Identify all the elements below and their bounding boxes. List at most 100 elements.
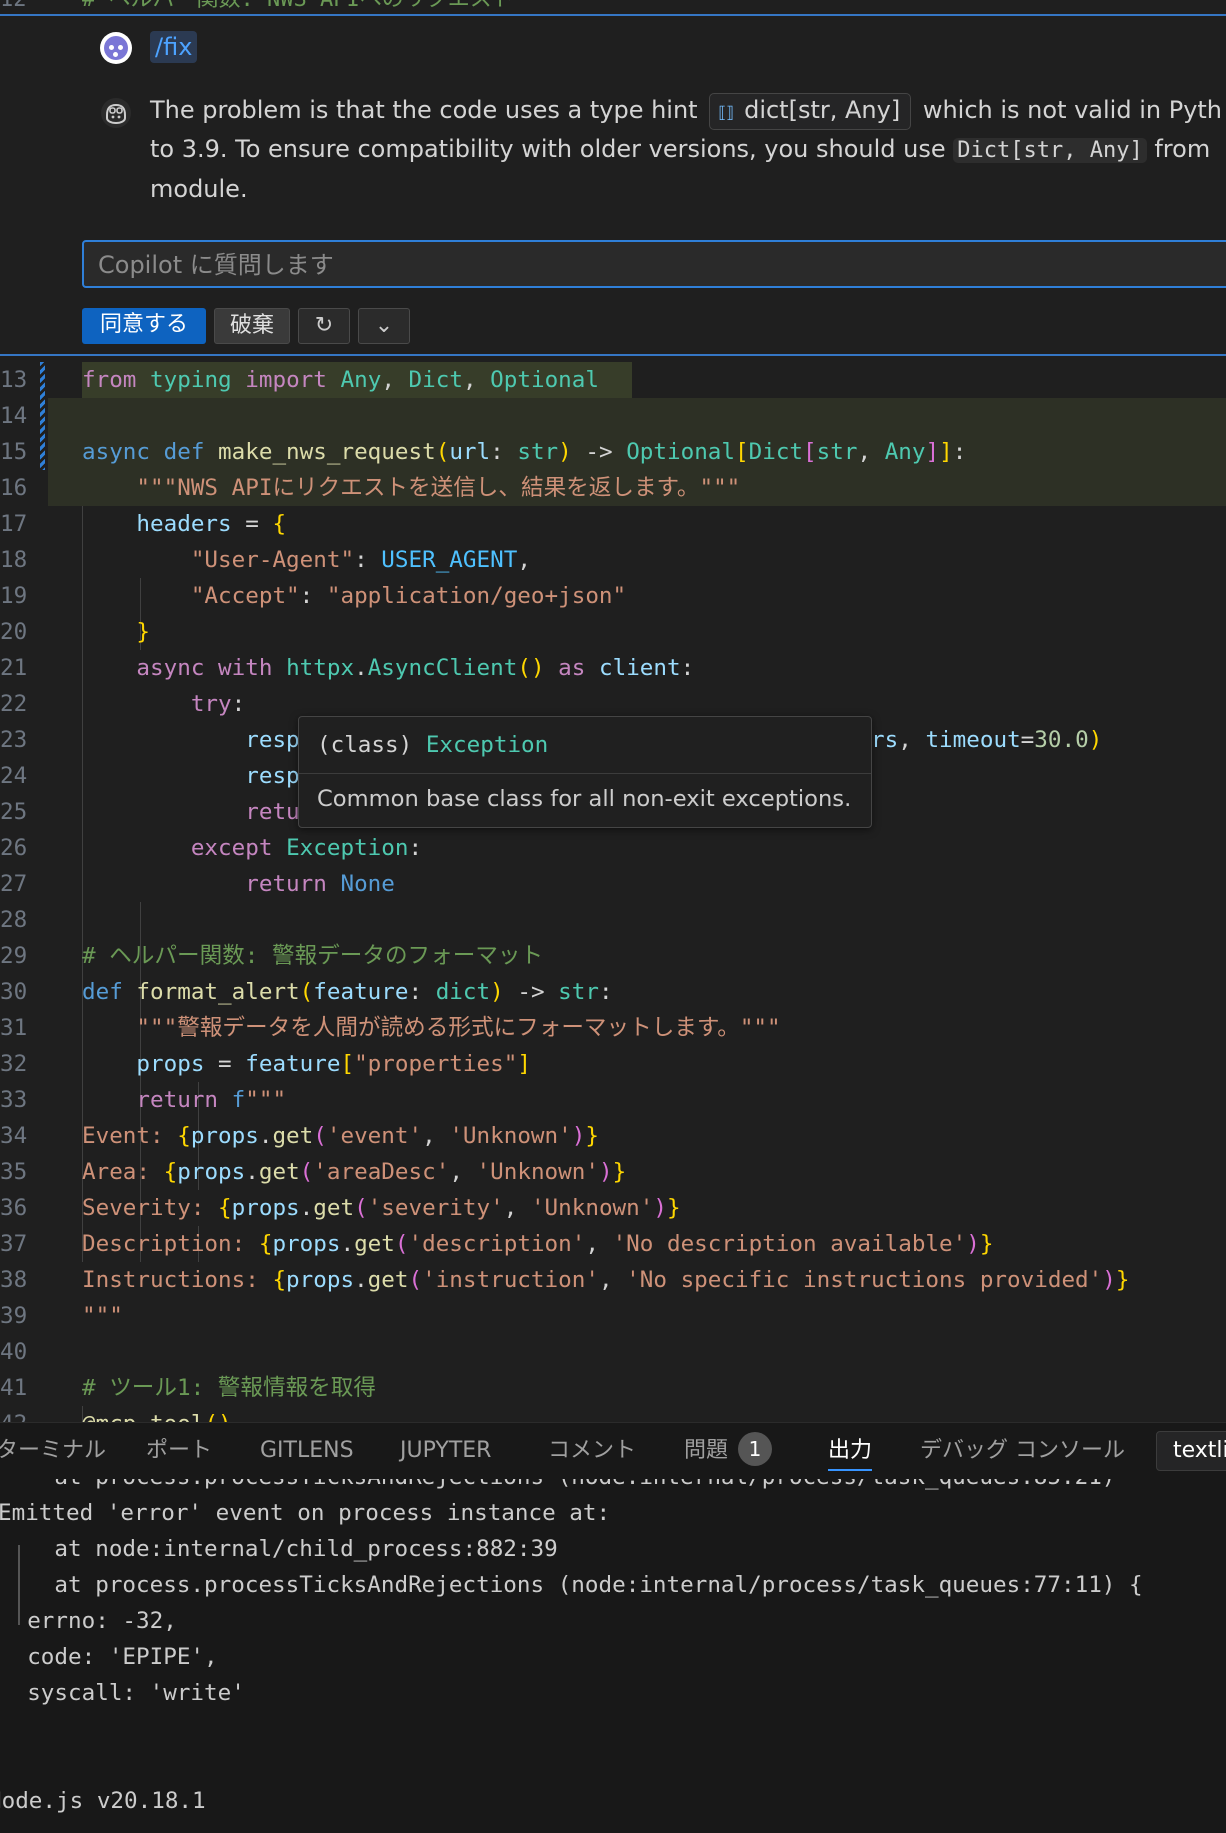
chat-input-box[interactable] <box>82 240 1226 288</box>
tab-output[interactable]: 出力 <box>828 1423 873 1479</box>
line-number: 19 <box>0 583 28 609</box>
answer-text: The problem is that the code uses a type… <box>150 96 698 124</box>
line-number: 13 <box>0 367 28 393</box>
line-number: 20 <box>0 619 28 645</box>
output-line: at process.processTicksAndRejections (no… <box>0 1479 1115 1495</box>
code-line: 15 async def make_nws_request(url: str) -… <box>0 434 1226 470</box>
symbol-icon: ⟦⟧ <box>718 103 735 122</box>
copilot-icon <box>101 98 131 128</box>
code-line: 35 Area: {props.get('areaDesc', 'Unknown'… <box>0 1154 1226 1190</box>
tab-label: ポート <box>146 1438 213 1463</box>
chat-border-top <box>0 14 1226 16</box>
tab-label: ターミナル <box>0 1438 107 1463</box>
line-number: 14 <box>0 403 28 429</box>
code-line: 29 # ヘルパー関数: 警報データのフォーマット <box>0 938 1226 974</box>
code-editor[interactable]: 13 from typing import Any, Dict, Optional… <box>0 362 1226 1422</box>
line-number: 27 <box>0 871 28 897</box>
tab-debug-console[interactable]: デバッグ コンソール <box>920 1423 1125 1479</box>
output-line: syscall: 'write' <box>0 1680 245 1706</box>
user-avatar <box>100 32 132 64</box>
code-line: 27 return None <box>0 866 1226 902</box>
tab-comments[interactable]: コメント <box>548 1423 636 1479</box>
tab-ports[interactable]: ポート <box>146 1423 212 1479</box>
output-line: errno: -32, <box>0 1608 177 1634</box>
line-number: 32 <box>0 1051 28 1077</box>
answer-text: to 3.9. To ensure compatibility with old… <box>150 135 946 163</box>
accept-button[interactable]: 同意する <box>82 308 206 344</box>
code-line: 34 Event: {props.get('event', 'Unknown')} <box>0 1118 1226 1154</box>
symbol-reference[interactable]: ⟦⟧ dict[str, Any] <box>709 93 912 130</box>
line-number: 16 <box>0 475 28 501</box>
regenerate-button[interactable]: ↻ <box>298 308 350 344</box>
line-number: 41 <box>0 1375 28 1401</box>
slash-command: /fix <box>150 31 198 63</box>
line-number: 30 <box>0 979 28 1005</box>
code-line: 32 props = feature["properties"] <box>0 1046 1226 1082</box>
code-line: 30 def format_alert(feature: dict) -> str… <box>0 974 1226 1010</box>
code-line: 39 """ <box>0 1298 1226 1334</box>
line-number: 39 <box>0 1303 28 1329</box>
code-line: 16 """NWS APIにリクエストを送信し、結果を返します。""" <box>0 470 1226 506</box>
tab-terminal[interactable]: ターミナル <box>0 1423 106 1479</box>
tab-label: コメント <box>548 1438 637 1463</box>
copilot-answer: The problem is that the code uses a type… <box>150 91 1226 209</box>
line-number: 37 <box>0 1231 28 1257</box>
hover-symbol-name: Exception <box>425 732 549 758</box>
line-number: 29 <box>0 943 28 969</box>
line-number: 22 <box>0 691 28 717</box>
output-log[interactable]: at process.processTicksAndRejections (no… <box>0 1479 1226 1833</box>
code-line: 20 } <box>0 614 1226 650</box>
output-line: at process.processTicksAndRejections (no… <box>0 1572 1143 1598</box>
tab-label: 問題 <box>684 1438 729 1463</box>
output-line: Emitted 'error' event on process instanc… <box>0 1500 611 1526</box>
code-line: 36 Severity: {props.get('severity', 'Unkn… <box>0 1190 1226 1226</box>
chat-border-bottom <box>0 354 1226 356</box>
hover-tooltip: (class) Exception Common base class for … <box>298 716 872 828</box>
answer-text: from <box>1154 135 1211 163</box>
tab-label: JUPYTER <box>400 1438 492 1463</box>
tab-label: デバッグ コンソール <box>920 1438 1125 1463</box>
more-options-button[interactable]: ⌄ <box>358 308 410 344</box>
problems-count-badge: 1 <box>738 1432 773 1466</box>
tab-gitlens[interactable]: GITLENS <box>260 1423 354 1479</box>
chevron-down-icon: ⌄ <box>374 313 394 338</box>
line-number: 38 <box>0 1267 28 1293</box>
code-line: 26 except Exception: <box>0 830 1226 866</box>
line-number: 33 <box>0 1087 28 1113</box>
discard-button[interactable]: 破棄 <box>214 308 290 344</box>
answer-text: which is not valid in Pyth <box>922 96 1223 124</box>
line-number: 31 <box>0 1015 28 1041</box>
line-number: 12 <box>0 0 30 14</box>
bottom-panel: ターミナル ポート GITLENS JUPYTER コメント 問題 1 出力 デバ… <box>0 1422 1226 1833</box>
code-line: 14 <box>0 398 1226 434</box>
code-line: 18 "User-Agent": USER_AGENT, <box>0 542 1226 578</box>
symbol-reference-label: dict[str, Any] <box>744 96 901 124</box>
output-channel-select[interactable]: textli <box>1156 1431 1226 1471</box>
hover-documentation: Common base class for all non-exit excep… <box>317 786 852 812</box>
code-line: 19 "Accept": "application/geo+json" <box>0 578 1226 614</box>
copilot-question-input[interactable] <box>96 246 1100 284</box>
code-comment: # ヘルパー関数: NWS APIへのリクエスト <box>82 0 514 14</box>
hover-signature: (class) Exception <box>317 725 548 765</box>
tab-label: 出力 <box>828 1438 873 1463</box>
line-number: 40 <box>0 1339 28 1365</box>
line-number: 34 <box>0 1123 28 1149</box>
code-line: 13 from typing import Any, Dict, Optional <box>0 362 1226 398</box>
tab-jupyter[interactable]: JUPYTER <box>400 1423 491 1479</box>
code-line: 37 Description: {props.get('description',… <box>0 1226 1226 1262</box>
hover-kind: (class) <box>317 732 413 758</box>
code-line: 17 headers = { <box>0 506 1226 542</box>
line-number: 25 <box>0 799 28 825</box>
line-number: 26 <box>0 835 28 861</box>
tab-problems[interactable]: 問題 1 <box>684 1423 773 1479</box>
answer-text: module. <box>150 175 248 203</box>
line-number: 23 <box>0 727 28 753</box>
code-line: 40 <box>0 1334 1226 1370</box>
tab-label: GITLENS <box>260 1438 354 1463</box>
code-line: 28 <box>0 902 1226 938</box>
panel-tab-bar: ターミナル ポート GITLENS JUPYTER コメント 問題 1 出力 デバ… <box>0 1423 1226 1479</box>
refresh-icon: ↻ <box>314 313 334 338</box>
line-number: 17 <box>0 511 28 537</box>
line-number: 15 <box>0 439 28 465</box>
active-tab-indicator <box>828 1469 873 1471</box>
